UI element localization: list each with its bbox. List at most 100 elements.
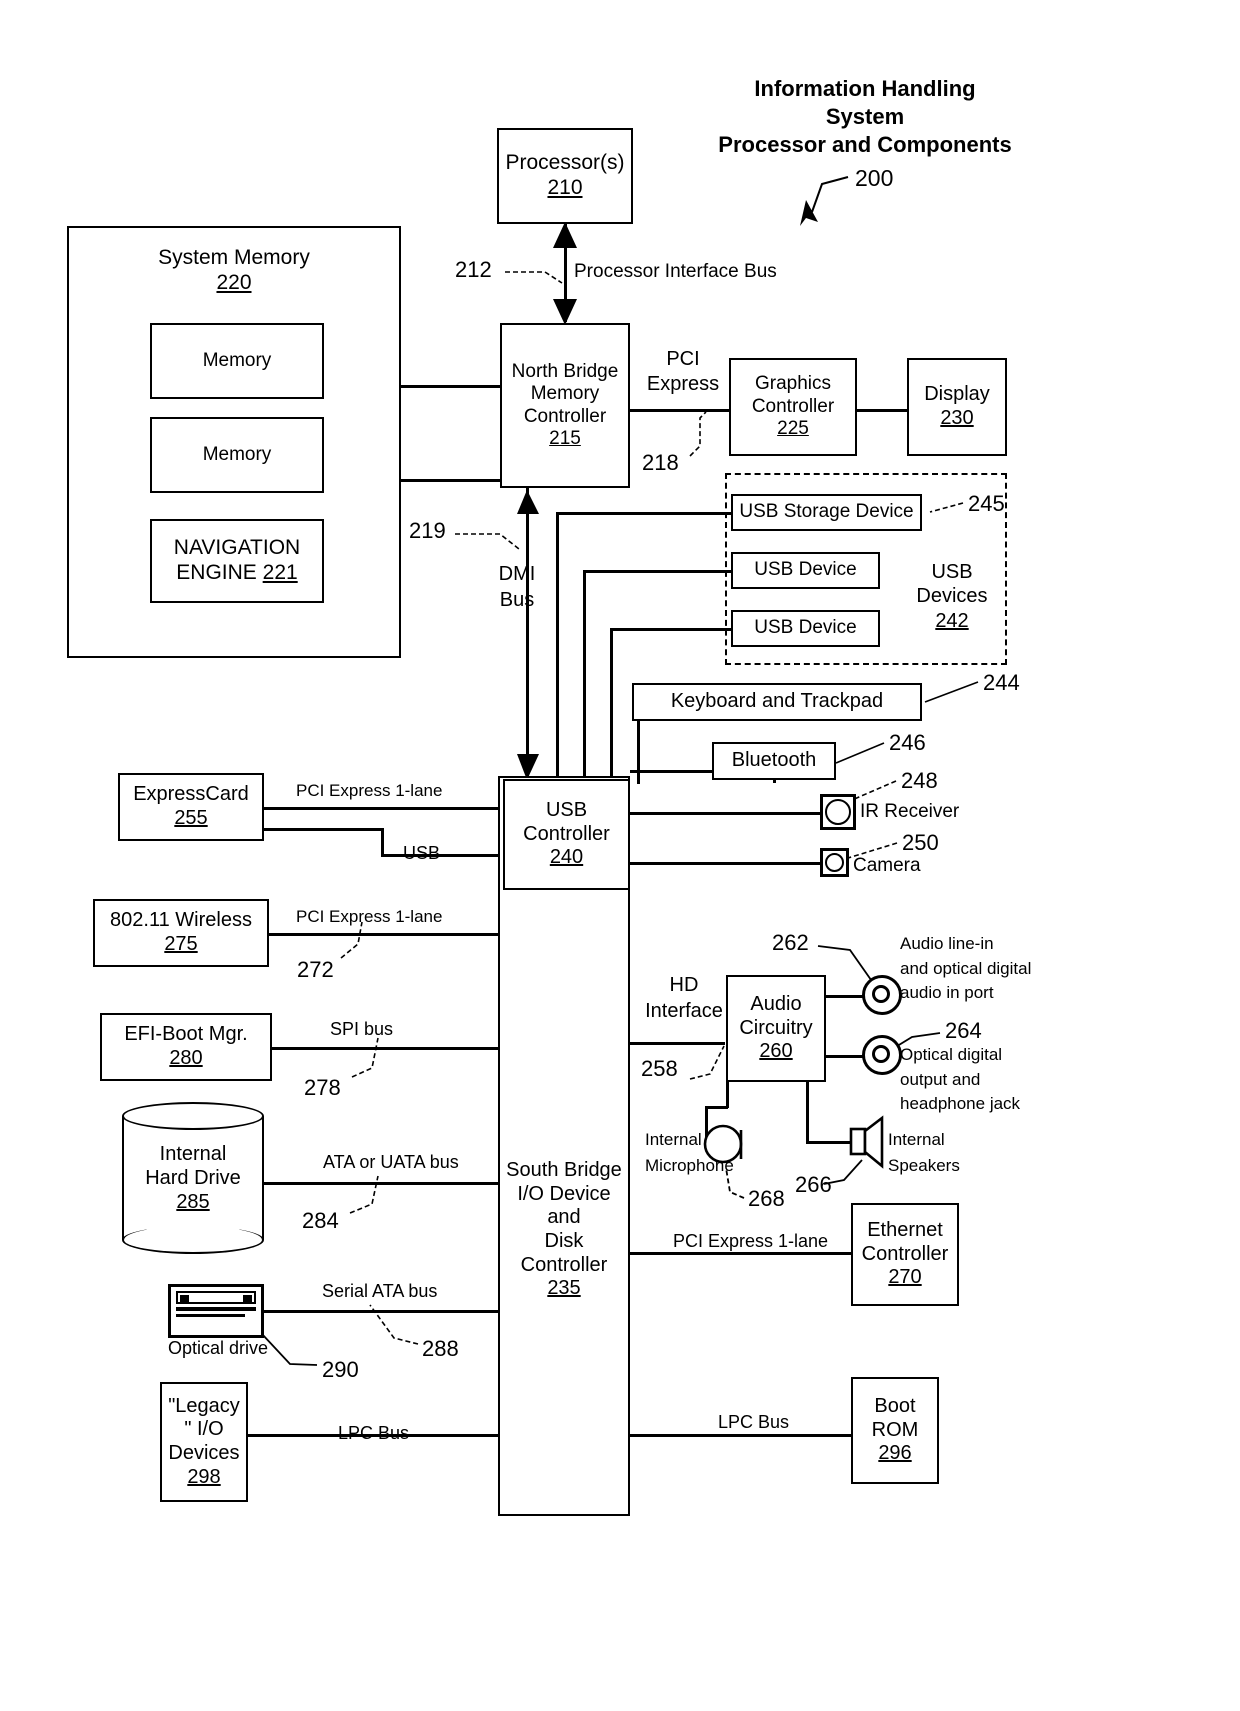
ref-262: 262 bbox=[772, 930, 809, 955]
label-pcie-ethernet: PCI Express 1-lane bbox=[673, 1231, 829, 1251]
block-north-bridge-ref: 215 bbox=[549, 427, 581, 449]
block-efi-boot-mgr[interactable]: EFI-Boot Mgr. 280 bbox=[100, 1013, 272, 1081]
block-keyboard-trackpad-label: Keyboard and Trackpad bbox=[670, 690, 884, 713]
block-south-bridge-ref: 235 bbox=[547, 1277, 581, 1300]
wire-hd-interface bbox=[630, 1042, 725, 1045]
label-internal-speakers-2: Speakers bbox=[888, 1155, 960, 1175]
block-memory-1[interactable]: Memory bbox=[150, 323, 324, 399]
optical-drive-icon[interactable] bbox=[168, 1284, 264, 1338]
block-internal-hard-drive-label-1: Internal bbox=[159, 1143, 227, 1165]
block-memory-2[interactable]: Memory bbox=[150, 417, 324, 493]
block-ethernet-controller-label-1: Ethernet bbox=[867, 1219, 943, 1242]
block-bluetooth[interactable]: Bluetooth bbox=[712, 742, 836, 780]
block-optical-drive-label: Optical drive bbox=[168, 1338, 269, 1358]
block-audio-circuitry[interactable]: Audio Circuitry 260 bbox=[726, 975, 826, 1082]
block-graphics-controller-label-2: Controller bbox=[751, 395, 835, 417]
optical-drive-bar-2 bbox=[176, 1314, 245, 1317]
group-usb-devices-label-2: Devices bbox=[916, 585, 988, 608]
wire-usb-storage bbox=[556, 512, 731, 515]
block-ethernet-controller[interactable]: Ethernet Controller 270 bbox=[851, 1203, 959, 1306]
block-boot-rom-label-2: ROM bbox=[871, 1418, 919, 1441]
label-audio-line-in-3: audio in port bbox=[900, 983, 994, 1003]
block-memory-2-label: Memory bbox=[202, 443, 272, 465]
wire-usb-device-2 bbox=[610, 628, 732, 631]
block-south-bridge-label-5: Controller bbox=[520, 1253, 608, 1276]
ref-290: 290 bbox=[322, 1357, 359, 1382]
wire-mic-h bbox=[705, 1106, 728, 1109]
block-expresscard[interactable]: ExpressCard 255 bbox=[118, 773, 264, 841]
label-hd-interface-2: Interface bbox=[645, 1000, 723, 1022]
label-internal-speakers: Internal Speakers bbox=[888, 1127, 978, 1178]
wire-mic-v1 bbox=[726, 1080, 729, 1108]
block-graphics-controller[interactable]: Graphics Controller 225 bbox=[729, 358, 857, 456]
block-internal-hard-drive-ref: 285 bbox=[176, 1191, 210, 1213]
block-legacy-io-devices-ref: 298 bbox=[187, 1465, 221, 1488]
wire-optical-southbridge bbox=[263, 1310, 503, 1313]
block-memory-1-label: Memory bbox=[202, 349, 272, 371]
wire-speaker-v bbox=[806, 1080, 809, 1143]
block-wireless-label: 802.11 Wireless bbox=[110, 909, 252, 932]
block-north-bridge[interactable]: North Bridge Memory Controller 215 bbox=[500, 323, 630, 488]
label-processor-interface-bus: Processor Interface Bus bbox=[574, 261, 777, 282]
block-audio-circuitry-label-2: Circuitry bbox=[739, 1016, 813, 1039]
ref-272: 272 bbox=[297, 957, 334, 982]
label-audio-line-in: Audio line-in and optical digital audio … bbox=[900, 932, 1050, 1006]
block-navigation-engine-label-1: NAVIGATION bbox=[173, 536, 301, 560]
block-south-bridge-label-1: South Bridge bbox=[506, 1159, 622, 1182]
ref-258: 258 bbox=[641, 1056, 678, 1081]
wire-bootrom bbox=[630, 1434, 852, 1437]
block-ir-receiver-label: IR Receiver bbox=[860, 801, 960, 822]
block-usb-controller-overlay[interactable]: USB Controller 240 bbox=[503, 779, 630, 890]
label-optical-digital-output-2: output and bbox=[900, 1069, 981, 1089]
block-north-bridge-label-3: Controller bbox=[523, 405, 607, 427]
ref-288: 288 bbox=[422, 1336, 459, 1361]
block-efi-boot-mgr-ref: 280 bbox=[169, 1047, 203, 1069]
block-usb-controller-overlay-label-1: USB bbox=[545, 799, 588, 822]
figure-title-line-2: System bbox=[825, 104, 905, 130]
block-display[interactable]: Display 230 bbox=[907, 358, 1007, 456]
wire-usb-device-1 bbox=[583, 570, 731, 573]
block-legacy-io-devices[interactable]: "Legacy " I/O Devices 298 bbox=[160, 1382, 248, 1502]
block-graphics-controller-label-1: Graphics bbox=[754, 373, 832, 395]
label-dmi-bus-2: Bus bbox=[499, 589, 535, 611]
block-usb-device-1[interactable]: USB Device bbox=[731, 552, 880, 589]
wire-hdd-southbridge bbox=[262, 1182, 503, 1185]
ref-212: 212 bbox=[455, 257, 492, 282]
ir-receiver-icon bbox=[820, 794, 856, 830]
block-south-bridge-label-4: Disk bbox=[544, 1230, 584, 1252]
optical-drive-bar-1 bbox=[176, 1307, 256, 1311]
block-processor[interactable]: Processor(s) 210 bbox=[497, 128, 633, 224]
block-keyboard-trackpad[interactable]: Keyboard and Trackpad bbox=[632, 683, 922, 721]
block-bluetooth-label: Bluetooth bbox=[731, 749, 817, 772]
label-internal-speakers-1: Internal bbox=[888, 1130, 945, 1149]
label-serial-ata-bus: Serial ATA bus bbox=[322, 1281, 438, 1301]
block-navigation-engine-label-2-text: ENGINE bbox=[176, 561, 257, 584]
block-usb-device-2-label: USB Device bbox=[754, 617, 857, 639]
label-lpc-bus-left: LPC Bus bbox=[338, 1423, 410, 1443]
wire-usb-trunk-2 bbox=[583, 570, 586, 784]
block-usb-storage-device[interactable]: USB Storage Device bbox=[731, 494, 922, 531]
block-navigation-engine[interactable]: NAVIGATION ENGINE 221 bbox=[150, 519, 324, 603]
block-boot-rom-label-1: Boot bbox=[874, 1395, 916, 1418]
block-usb-device-2[interactable]: USB Device bbox=[731, 610, 880, 647]
block-wireless[interactable]: 802.11 Wireless 275 bbox=[93, 899, 269, 967]
wire-ethernet bbox=[630, 1252, 852, 1255]
wire-audio-linein bbox=[826, 995, 863, 998]
wire-northbridge-graphics bbox=[630, 409, 730, 412]
block-ethernet-controller-ref: 270 bbox=[888, 1266, 922, 1289]
label-hd-interface-1: HD bbox=[669, 974, 699, 996]
label-optical-digital-output: Optical digital output and headphone jac… bbox=[900, 1043, 1045, 1117]
label-usb: USB bbox=[403, 843, 441, 863]
block-boot-rom[interactable]: Boot ROM 296 bbox=[851, 1377, 939, 1484]
block-internal-hard-drive[interactable]: Internal Hard Drive 285 bbox=[122, 1102, 264, 1254]
wire-usb-trunk-3 bbox=[610, 628, 613, 784]
block-wireless-ref: 275 bbox=[164, 933, 198, 955]
block-navigation-engine-ref: 221 bbox=[262, 561, 298, 584]
block-legacy-io-devices-label-3: Devices bbox=[168, 1442, 240, 1464]
block-system-memory-label: System Memory bbox=[158, 246, 310, 269]
wire-expresscard-usb-a bbox=[263, 828, 383, 831]
wire-camera bbox=[630, 862, 820, 865]
group-usb-devices-ref: 242 bbox=[935, 609, 969, 632]
label-ata-uata-bus: ATA or UATA bus bbox=[323, 1152, 459, 1172]
block-legacy-io-devices-label-2: " I/O bbox=[184, 1418, 224, 1441]
